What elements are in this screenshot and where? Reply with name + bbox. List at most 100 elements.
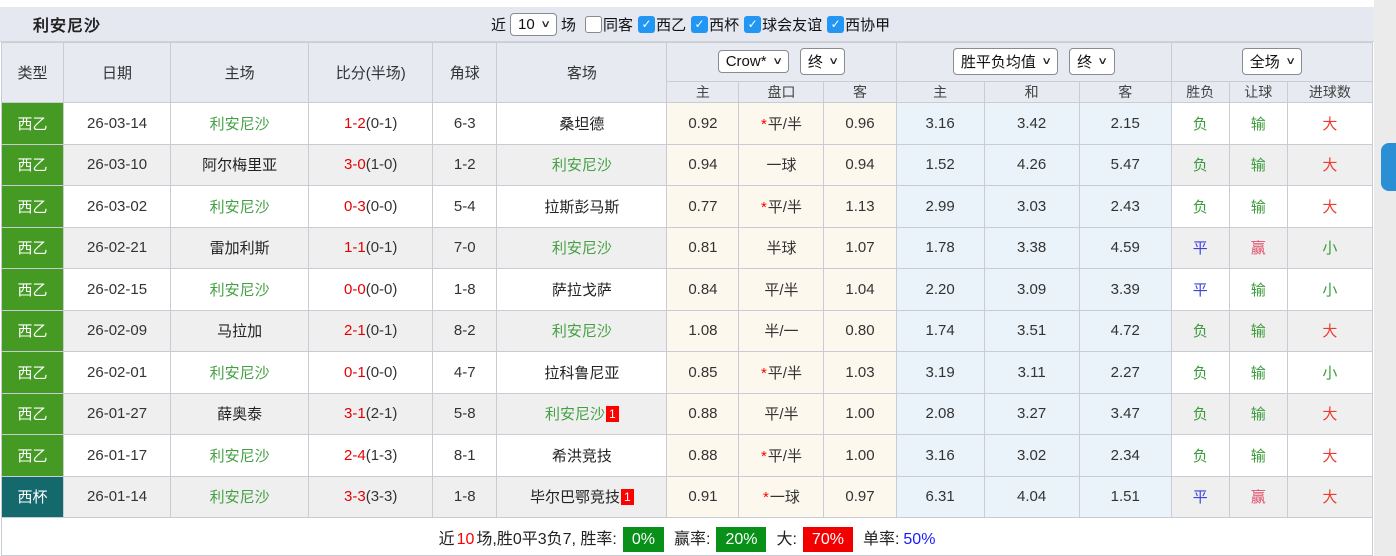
home-team-name[interactable]: 雷加利斯 <box>210 240 270 257</box>
match-type-badge: 西乙 <box>0 351 65 394</box>
away-team-name[interactable]: 拉斯彭马斯 <box>544 199 619 216</box>
score-cell: 3-1(2-1) <box>308 392 434 435</box>
odds-period-select[interactable]: 终 ∨ <box>799 48 846 76</box>
side-scroll-button[interactable] <box>1381 143 1396 191</box>
home-odds: 0.88 <box>666 392 740 435</box>
away-team-name[interactable]: 希洪竞技 <box>552 448 612 465</box>
win-loss-result: 负 <box>1170 102 1230 145</box>
checked-checkbox-icon[interactable]: ✓ <box>744 15 762 33</box>
goals-result: 小 <box>1286 351 1374 394</box>
win-loss-result: 平 <box>1170 226 1230 269</box>
col-header-away: 客场 <box>496 42 668 103</box>
mean-draw-odds: 3.09 <box>983 268 1080 311</box>
same-away-checkbox-item[interactable]: 同客 <box>585 14 633 35</box>
away-odds: 0.94 <box>823 143 897 186</box>
unchecked-checkbox-icon[interactable] <box>585 15 603 33</box>
summary-segment-green-badge: 20% <box>716 526 767 552</box>
match-type-badge: 西杯 <box>0 475 65 518</box>
checkbox-group: 同客 ✓ 西乙 ✓ 西杯 ✓ 球会友谊 ✓ 西协甲 <box>580 14 890 35</box>
match-type-badge: 西乙 <box>0 143 65 186</box>
checked-checkbox-icon[interactable]: ✓ <box>827 15 845 33</box>
away-team-name[interactable]: 毕尔巴鄂竞技 <box>530 489 620 506</box>
handicap-text: 一球 <box>766 157 797 175</box>
away-red-card-badge: 1 <box>621 489 634 506</box>
match-type-badge: 西乙 <box>0 102 65 145</box>
score-cell: 0-3(0-0) <box>308 185 434 228</box>
home-team-name[interactable]: 薛奥泰 <box>217 406 262 423</box>
col-header-corner: 角球 <box>432 42 498 103</box>
goals-result: 大 <box>1286 475 1374 518</box>
match-type-badge: 西乙 <box>0 185 65 228</box>
away-team-name[interactable]: 利安尼沙 <box>552 240 612 257</box>
home-team-name[interactable]: 利安尼沙 <box>210 199 270 216</box>
chevron-down-icon: ∨ <box>539 18 551 30</box>
mean-type-select[interactable]: 胜平负均值 ∨ <box>952 48 1059 76</box>
away-team-name[interactable]: 利安尼沙 <box>552 157 612 174</box>
league-friendly-checkbox-item[interactable]: ✓ 球会友谊 <box>744 14 822 35</box>
handicap-result: 输 <box>1228 268 1288 311</box>
score-cell: 1-2(0-1) <box>308 102 434 145</box>
home-team-cell: 马拉加 <box>170 309 310 352</box>
away-team-name[interactable]: 利安尼沙 <box>545 406 605 423</box>
home-team-name[interactable]: 利安尼沙 <box>210 448 270 465</box>
summary-segment-red-text: 10 <box>456 530 475 548</box>
corner-score: 5-4 <box>432 185 498 228</box>
match-date: 26-03-02 <box>63 185 172 228</box>
handicap-cell: *平/半 <box>738 351 825 394</box>
mean-group-header: 胜平负均值 ∨ 终 ∨ <box>895 42 1172 82</box>
home-odds: 0.92 <box>666 102 740 145</box>
summary-segment-plain: 近 <box>438 530 455 548</box>
home-team-name[interactable]: 马拉加 <box>217 323 262 340</box>
home-team-name[interactable]: 利安尼沙 <box>210 282 270 299</box>
mean-away-odds: 1.51 <box>1078 475 1172 518</box>
away-team-name[interactable]: 萨拉戈萨 <box>552 282 612 299</box>
half-time-score: (1-0) <box>365 156 398 174</box>
home-team-name[interactable]: 阿尔梅里亚 <box>202 157 277 174</box>
handicap-text: 半球 <box>766 240 797 258</box>
half-time-score: (0-0) <box>365 197 398 215</box>
away-team-name[interactable]: 桑坦德 <box>559 116 604 133</box>
handicap-cell: *一球 <box>738 475 825 518</box>
home-team-name[interactable]: 利安尼沙 <box>210 489 270 506</box>
odds-company-value: Crow* <box>725 53 767 71</box>
league-federacion-checkbox-item[interactable]: ✓ 西协甲 <box>827 14 890 35</box>
checked-checkbox-icon[interactable]: ✓ <box>638 15 656 33</box>
full-time-score: 3-0 <box>344 156 366 174</box>
checkbox-label: 球会友谊 <box>762 16 823 34</box>
match-row: 西乙 26-03-14 利安尼沙 1-2(0-1) 6-3 桑坦德 0.92 *… <box>0 102 1374 145</box>
full-time-score: 1-1 <box>344 239 366 257</box>
handicap-text: 平/半 <box>767 115 802 133</box>
odds-company-select[interactable]: Crow* ∨ <box>717 50 789 74</box>
sub-header-handicap: 盘口 <box>738 80 825 104</box>
match-row: 西乙 26-01-27 薛奥泰 3-1(2-1) 5-8 利安尼沙 1 0.88 … <box>0 392 1374 435</box>
mean-draw-odds: 3.27 <box>983 392 1080 435</box>
mean-period-select[interactable]: 终 ∨ <box>1069 48 1115 76</box>
home-team-name[interactable]: 利安尼沙 <box>210 365 270 382</box>
league-laliga2-checkbox-item[interactable]: ✓ 西乙 <box>638 14 686 35</box>
away-team-name[interactable]: 拉科鲁尼亚 <box>544 365 619 382</box>
sub-header-handicap-result: 让球 <box>1228 80 1288 104</box>
score-cell: 0-1(0-0) <box>308 351 434 394</box>
away-team-name[interactable]: 利安尼沙 <box>552 323 612 340</box>
stats-panel: 利安尼沙 近 10 ∨ 场 同客 ✓ 西乙 ✓ 西杯 ✓ 球会友谊 ✓ 西协甲 类型 日期 主场… <box>0 0 1374 556</box>
checked-checkbox-icon[interactable]: ✓ <box>691 15 709 33</box>
away-team-cell: 拉斯彭马斯 <box>496 185 668 228</box>
league-copa-checkbox-item[interactable]: ✓ 西杯 <box>691 14 739 35</box>
corner-score: 1-2 <box>432 143 498 186</box>
table-header: 类型 日期 主场 比分(半场) 角球 客场 Crow* ∨ 终 ∨ 胜平负均值 … <box>0 42 1374 104</box>
home-team-name[interactable]: 利安尼沙 <box>210 116 270 133</box>
mean-home-odds: 2.08 <box>895 392 985 435</box>
chevron-down-icon: ∨ <box>1097 56 1109 68</box>
chevron-down-icon: ∨ <box>828 56 840 68</box>
mean-draw-odds: 3.02 <box>983 434 1080 477</box>
win-loss-result: 负 <box>1170 392 1230 435</box>
match-count-select[interactable]: 10 ∨ <box>510 12 558 36</box>
home-team-cell: 利安尼沙 <box>170 475 310 518</box>
mean-home-odds: 3.19 <box>895 351 985 394</box>
match-count-value: 10 <box>518 15 535 33</box>
match-type-badge: 西乙 <box>0 392 65 435</box>
away-team-cell: 拉科鲁尼亚 <box>496 351 668 394</box>
half-time-score: (1-3) <box>365 446 398 464</box>
scope-select[interactable]: 全场 ∨ <box>1241 48 1303 76</box>
checkbox-label: 西杯 <box>709 16 740 34</box>
